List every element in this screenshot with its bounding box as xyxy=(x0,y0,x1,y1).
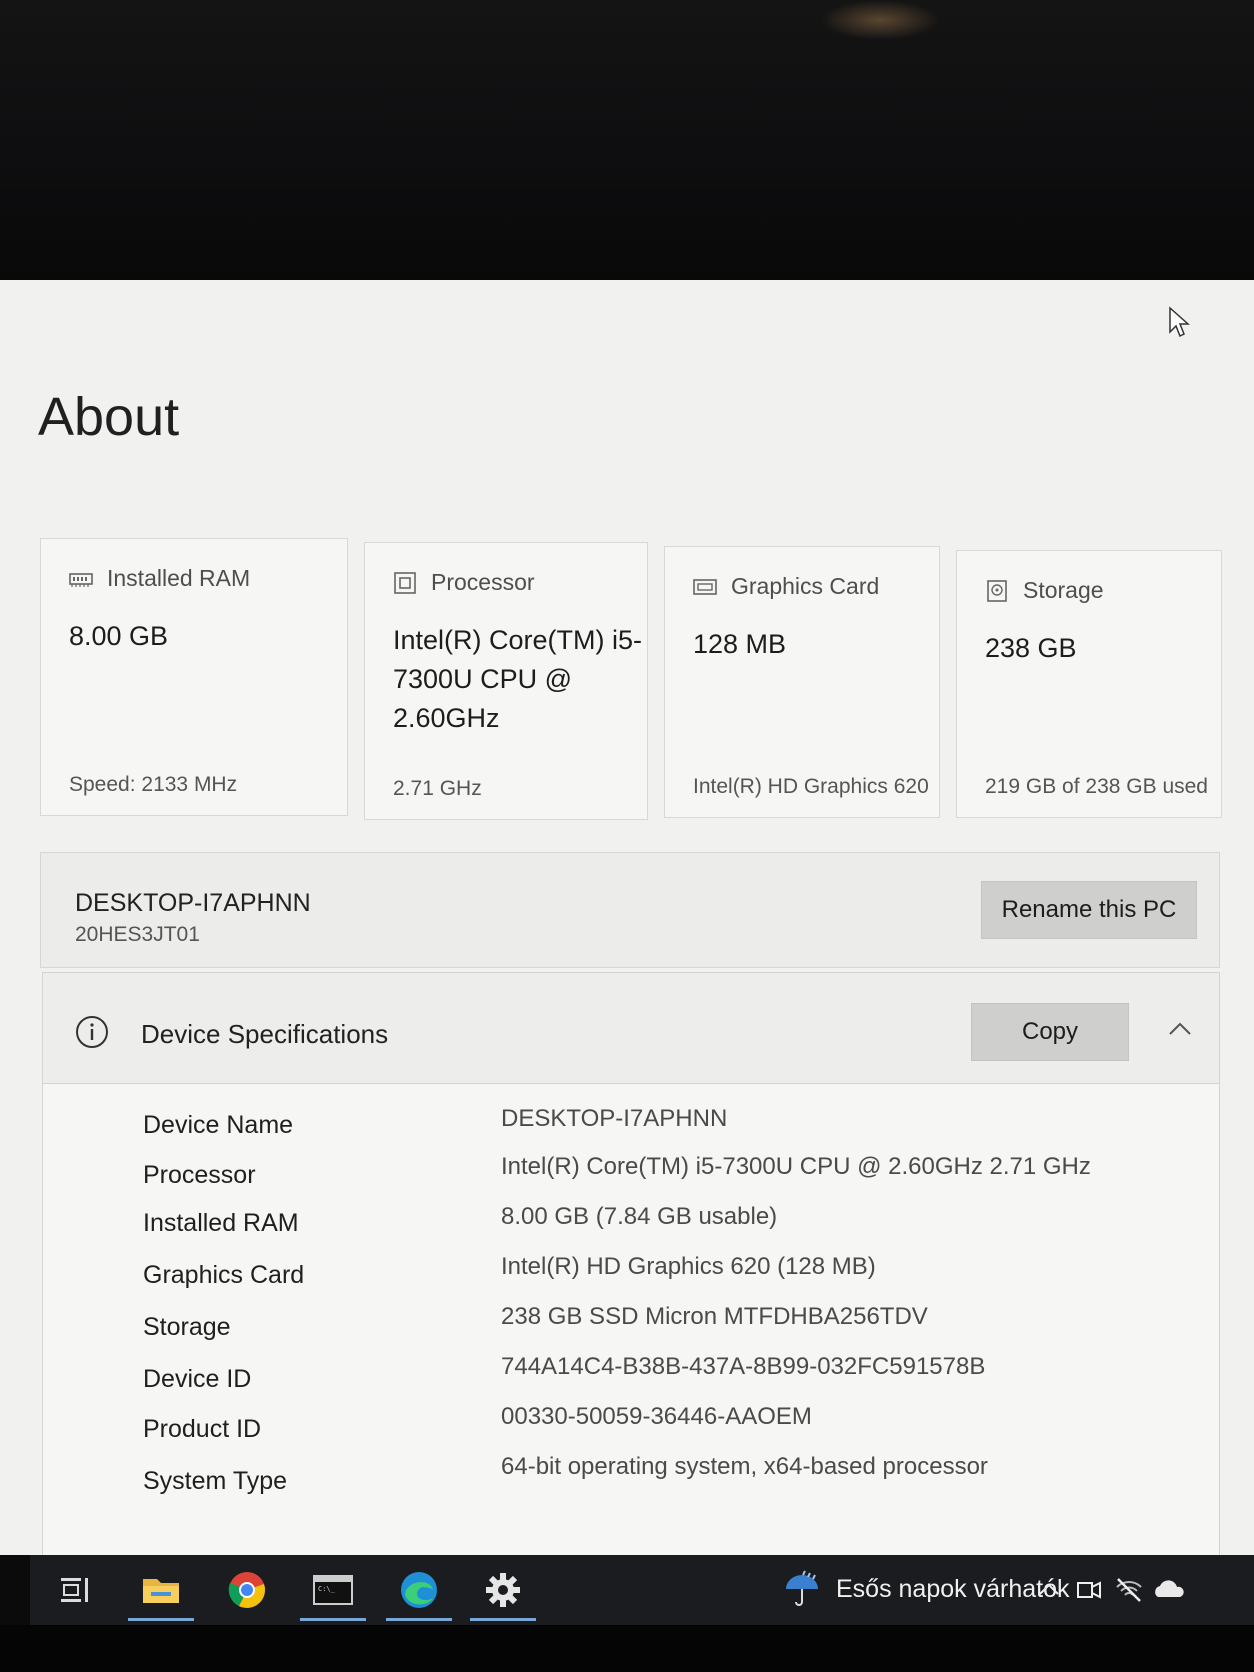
chevron-up-icon[interactable] xyxy=(1167,1019,1193,1037)
ram-card-label: Installed RAM xyxy=(107,565,251,591)
spec-row-device-name: Device Name DESKTOP-I7APHNN xyxy=(43,1097,1219,1139)
svg-text:C:\_: C:\_ xyxy=(318,1585,336,1593)
spec-key: Storage xyxy=(143,1313,231,1341)
meet-now-icon[interactable] xyxy=(1074,1575,1104,1605)
info-icon xyxy=(75,1015,109,1049)
rename-pc-button[interactable]: Rename this PC xyxy=(981,881,1197,939)
spec-value[interactable]: 238 GB SSD Micron MTFDHBA256TDV xyxy=(501,1303,928,1331)
pc-name-section: DESKTOP-I7APHNN 20HES3JT01 Rename this P… xyxy=(40,852,1220,968)
spec-value[interactable]: 8.00 GB (7.84 GB usable) xyxy=(501,1203,777,1231)
processor-card: Processor Intel(R) Core(TM) i5-7300U CPU… xyxy=(364,542,648,820)
taskbar: C:\_ Esős napok várhatók xyxy=(30,1555,1254,1625)
spec-row-device-id: Device ID 744A14C4-B38B-437A-8B99-032FC5… xyxy=(43,1353,1219,1397)
spec-row-graphics-card: Graphics Card Intel(R) HD Graphics 620 (… xyxy=(43,1253,1219,1293)
processor-card-footer: 2.71 GHz xyxy=(393,777,482,800)
spec-key: Installed RAM xyxy=(143,1209,299,1237)
spec-row-processor: Processor Intel(R) Core(TM) i5-7300U CPU… xyxy=(43,1149,1219,1189)
task-view-icon[interactable] xyxy=(42,1563,108,1617)
spec-value[interactable]: 744A14C4-B38B-437A-8B99-032FC591578B xyxy=(501,1353,985,1381)
graphics-card-card: Graphics Card 128 MB Intel(R) HD Graphic… xyxy=(664,546,940,818)
device-specifications-header[interactable]: Device Specifications Copy xyxy=(43,973,1219,1084)
spec-value[interactable]: 64-bit operating system, x64-based proce… xyxy=(501,1453,988,1481)
chevron-up-icon[interactable] xyxy=(1034,1575,1064,1605)
edge-icon[interactable] xyxy=(386,1563,452,1621)
graphics-card-value: 128 MB xyxy=(693,629,787,659)
ram-card-value: 8.00 GB xyxy=(69,621,169,651)
graphics-card-label: Graphics Card xyxy=(731,573,880,599)
settings-icon[interactable] xyxy=(470,1563,536,1621)
chrome-icon[interactable] xyxy=(214,1563,280,1617)
network-off-icon[interactable] xyxy=(1114,1575,1144,1605)
spec-value[interactable]: Intel(R) Core(TM) i5-7300U CPU @ 2.60GHz… xyxy=(501,1153,1091,1181)
spec-value[interactable]: 00330-50059-36446-AAOEM xyxy=(501,1403,812,1431)
spec-row-installed-ram: Installed RAM 8.00 GB (7.84 GB usable) xyxy=(43,1201,1219,1241)
storage-card-value: 238 GB xyxy=(985,633,1077,663)
light-reflection xyxy=(820,0,940,40)
processor-card-value: Intel(R) Core(TM) i5-7300U CPU @ 2.60GHz xyxy=(393,625,643,733)
ram-card-footer: Speed: 2133 MHz xyxy=(69,773,238,796)
spec-row-product-id: Product ID 00330-50059-36446-AAOEM xyxy=(43,1403,1219,1449)
device-specifications-panel: Device Specifications Copy Device Name D… xyxy=(42,972,1220,1555)
settings-window: About Installed RAM 8.00 GB Speed: 2133 … xyxy=(0,280,1254,1555)
spec-key: Graphics Card xyxy=(143,1261,305,1289)
spec-row-storage: Storage 238 GB SSD Micron MTFDHBA256TDV xyxy=(43,1303,1219,1345)
graphics-card-footer: Intel(R) HD Graphics 620 xyxy=(693,775,929,798)
mouse-cursor-icon xyxy=(1168,306,1192,338)
active-indicator xyxy=(386,1618,452,1621)
copy-button[interactable]: Copy xyxy=(971,1003,1129,1061)
onedrive-icon[interactable] xyxy=(1152,1575,1184,1605)
spec-key: Device Name xyxy=(143,1111,294,1139)
active-indicator xyxy=(300,1618,366,1621)
umbrella-rain-icon xyxy=(786,1570,818,1606)
storage-card: Storage 238 GB 219 GB of 238 GB used xyxy=(956,550,1222,818)
spec-key: Product ID xyxy=(143,1415,262,1443)
terminal-icon[interactable]: C:\_ xyxy=(300,1563,366,1621)
monitor-bezel-bottom xyxy=(0,1625,1254,1672)
spec-key: Processor xyxy=(143,1161,256,1189)
spec-key: System Type xyxy=(143,1467,288,1495)
graphics-card-icon xyxy=(693,576,717,598)
processor-icon xyxy=(393,571,417,594)
pc-name: DESKTOP-I7APHNN xyxy=(75,889,311,917)
device-specifications-title: Device Specifications xyxy=(141,1019,389,1049)
weather-widget[interactable]: Esős napok várhatók xyxy=(782,1569,1069,1609)
storage-icon xyxy=(985,579,1009,602)
spec-value[interactable]: Intel(R) HD Graphics 620 (128 MB) xyxy=(501,1253,876,1281)
storage-card-label: Storage xyxy=(1023,577,1104,603)
spec-value[interactable]: DESKTOP-I7APHNN xyxy=(501,1105,727,1133)
active-indicator xyxy=(470,1618,536,1621)
monitor-bezel-top xyxy=(0,0,1254,280)
pc-model: 20HES3JT01 xyxy=(75,923,200,946)
spec-key: Device ID xyxy=(143,1365,252,1393)
spec-row-system-type: System Type 64-bit operating system, x64… xyxy=(43,1453,1219,1501)
file-explorer-icon[interactable] xyxy=(128,1563,194,1621)
active-indicator xyxy=(128,1618,194,1621)
ram-card: Installed RAM 8.00 GB Speed: 2133 MHz xyxy=(40,538,348,816)
processor-card-label: Processor xyxy=(431,569,535,595)
storage-card-footer: 219 GB of 238 GB used xyxy=(985,775,1208,798)
page-title: About xyxy=(38,387,180,447)
ram-icon xyxy=(69,568,93,590)
